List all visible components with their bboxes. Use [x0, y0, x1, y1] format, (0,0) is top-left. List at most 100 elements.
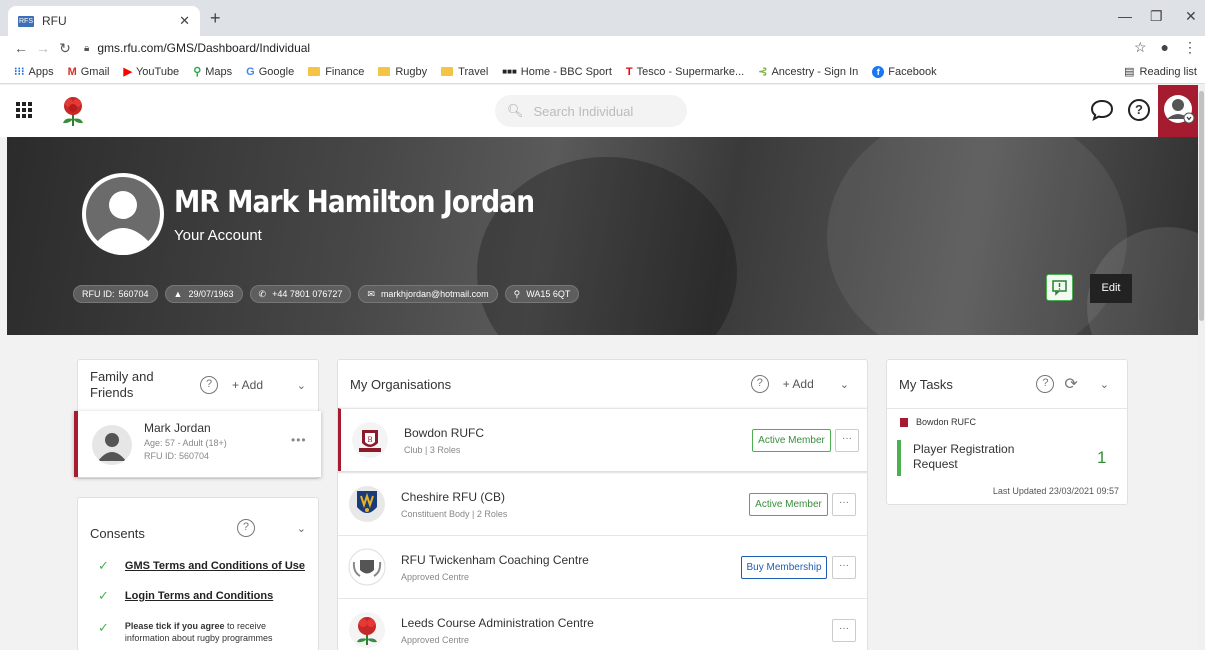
profile-icon[interactable]: ●: [1161, 39, 1169, 56]
bowdon-crest-icon: B: [352, 422, 388, 458]
help-icon[interactable]: ?: [200, 376, 218, 394]
url-field[interactable]: 🔒︎ gms.rfu.com/GMS/Dashboard/Individual: [84, 41, 310, 55]
organisation-row[interactable]: Cheshire RFU (CB) Constituent Body | 2 R…: [338, 472, 867, 535]
reading-list-button[interactable]: ▤ Reading list: [1124, 65, 1197, 79]
organisation-row[interactable]: B Bowdon RUFC Club | 3 Roles Active Memb…: [338, 408, 867, 471]
bookmark-label: Gmail: [80, 65, 110, 78]
consents-card: Consents ? ⌄ ✓ GMS Terms and Conditions …: [77, 497, 319, 650]
help-icon[interactable]: ?: [1128, 99, 1150, 121]
tasks-last-updated: Last Updated 23/03/2021 09:57: [992, 486, 1119, 496]
restore-icon[interactable]: ❐: [1150, 8, 1163, 25]
page-scrollbar[interactable]: [1198, 85, 1205, 650]
help-icon[interactable]: ?: [750, 375, 769, 393]
dob-chip: ▲ 29/07/1963: [164, 285, 243, 303]
message-button[interactable]: [1046, 274, 1073, 301]
user-avatar-menu[interactable]: [1158, 85, 1198, 137]
apps-icon: ⁝⁝⁝: [14, 66, 25, 78]
window-close-icon[interactable]: ✕: [1185, 8, 1197, 25]
apps-grid-icon[interactable]: [16, 102, 32, 118]
app-header: 🔍︎ Search Individual ?: [0, 85, 1198, 137]
chevron-down-icon[interactable]: ⌄: [297, 379, 306, 392]
refresh-icon[interactable]: ⟳: [1064, 374, 1077, 394]
bookmark-label: Finance: [325, 65, 365, 78]
england-rose-logo-icon[interactable]: [60, 95, 86, 127]
family-card-title: Family and Friends: [90, 369, 154, 400]
bookmark-maps[interactable]: ⚲ Maps: [193, 65, 232, 79]
bookmark-finance[interactable]: Finance: [308, 66, 364, 78]
organisation-row[interactable]: RFU Twickenham Coaching Centre Approved …: [338, 535, 867, 598]
rfu-id-chip: RFU ID: 560704: [73, 285, 158, 303]
more-options-icon[interactable]: •••: [291, 433, 307, 447]
tasks-card: My Tasks ? ⟳ ⌄ Bowdon RUFC Player Regist…: [886, 359, 1128, 505]
search-icon: 🔍︎: [507, 103, 524, 118]
bookmark-gmail[interactable]: M Gmail: [68, 66, 110, 78]
edit-button[interactable]: Edit: [1090, 274, 1132, 303]
more-options-icon[interactable]: ···: [832, 493, 856, 516]
folder-icon: [378, 67, 391, 76]
add-family-button[interactable]: + Add: [232, 378, 263, 392]
buy-membership-button[interactable]: Buy Membership: [741, 556, 827, 579]
profile-subtitle: Your Account: [174, 227, 262, 244]
help-icon[interactable]: ?: [236, 519, 255, 537]
postcode-chip: ⚲ WA15 6QT: [504, 285, 580, 303]
chat-bubble-icon[interactable]: [1090, 99, 1114, 121]
search-input[interactable]: 🔍︎ Search Individual: [495, 95, 687, 127]
location-pin-icon: ⚲: [513, 288, 521, 299]
bookmarks-bar: ⁝⁝⁝ Apps M Gmail ▶ YouTube ⚲ Maps G Google Fi…: [0, 60, 1205, 84]
browser-tab-bar: RFS RFU ✕ + — ❐ ✕: [0, 0, 1205, 36]
person-silhouette-icon: [98, 433, 126, 461]
bookmark-travel[interactable]: Travel: [441, 66, 488, 78]
bookmark-label: YouTube: [135, 65, 180, 78]
phone-value: +44 7801 076727: [272, 289, 343, 299]
person-silhouette-icon: [86, 177, 160, 255]
more-options-icon[interactable]: ···: [832, 619, 856, 642]
back-icon[interactable]: ←: [10, 40, 32, 56]
organisation-row[interactable]: Leeds Course Administration Centre Appro…: [338, 598, 867, 650]
browser-tab[interactable]: RFS RFU ✕: [8, 6, 200, 36]
bookmark-apps[interactable]: ⁝⁝⁝ Apps: [14, 65, 54, 79]
chevron-down-icon[interactable]: ⌄: [297, 522, 306, 535]
email-icon: ✉: [367, 288, 375, 299]
bookmark-youtube[interactable]: ▶ YouTube: [123, 65, 180, 79]
bookmark-tesco[interactable]: T Tesco - Supermarke...: [626, 66, 744, 78]
bookmark-bbc-sport[interactable]: ■■■ Home - BBC Sport: [502, 66, 612, 78]
chevron-down-icon[interactable]: ⌄: [840, 378, 849, 391]
ancestry-icon: ⊰: [758, 66, 768, 78]
bookmark-label: Home - BBC Sport: [520, 65, 612, 78]
minimize-icon[interactable]: —: [1118, 8, 1132, 24]
bookmark-rugby[interactable]: Rugby: [378, 66, 427, 78]
phone-icon: ✆: [258, 288, 267, 299]
check-icon: ✓: [98, 558, 109, 573]
email-chip: ✉ markhjordan@hotmail.com: [358, 285, 498, 303]
url-text: gms.rfu.com/GMS/Dashboard/Individual: [97, 41, 311, 55]
folder-icon: [441, 67, 454, 76]
star-icon[interactable]: ☆: [1134, 39, 1147, 56]
task-label[interactable]: Player Registration Request: [913, 442, 1023, 472]
more-options-icon[interactable]: ···: [835, 429, 859, 452]
member-age: Age: 57 - Adult (18+): [144, 438, 227, 448]
profile-hero: MR Mark Hamilton Jordan Your Account RFU…: [7, 137, 1198, 335]
help-icon[interactable]: ?: [1036, 375, 1055, 393]
close-tab-icon[interactable]: ✕: [179, 13, 190, 29]
bookmark-google[interactable]: G Google: [246, 66, 294, 78]
active-member-button[interactable]: Active Member: [749, 493, 828, 516]
chevron-down-icon[interactable]: ⌄: [1100, 378, 1109, 391]
member-name: Mark Jordan: [144, 421, 211, 435]
gms-terms-link[interactable]: GMS Terms and Conditions of Use: [125, 560, 305, 572]
new-tab-icon[interactable]: +: [210, 8, 221, 29]
bookmark-facebook[interactable]: f Facebook: [872, 65, 937, 78]
more-options-icon[interactable]: ···: [832, 556, 856, 579]
login-terms-link[interactable]: Login Terms and Conditions: [125, 590, 273, 602]
bookmark-ancestry[interactable]: ⊰ Ancestry - Sign In: [758, 65, 858, 79]
email-value: markhjordan@hotmail.com: [380, 289, 489, 299]
add-organisation-button[interactable]: + Add: [783, 377, 814, 391]
rfu-id-value: 560704: [118, 289, 149, 299]
bookmark-label: Tesco - Supermarke...: [636, 65, 745, 78]
rfu-id-label: RFU ID:: [82, 289, 115, 299]
forward-icon[interactable]: →: [32, 40, 54, 56]
reload-icon[interactable]: ↻: [54, 40, 76, 57]
org-name: Cheshire RFU (CB): [401, 490, 506, 504]
menu-kebab-icon[interactable]: ⋮: [1183, 39, 1197, 56]
active-member-button[interactable]: Active Member: [752, 429, 831, 452]
family-member-row[interactable]: Mark Jordan Age: 57 - Adult (18+) RFU ID…: [74, 411, 321, 477]
